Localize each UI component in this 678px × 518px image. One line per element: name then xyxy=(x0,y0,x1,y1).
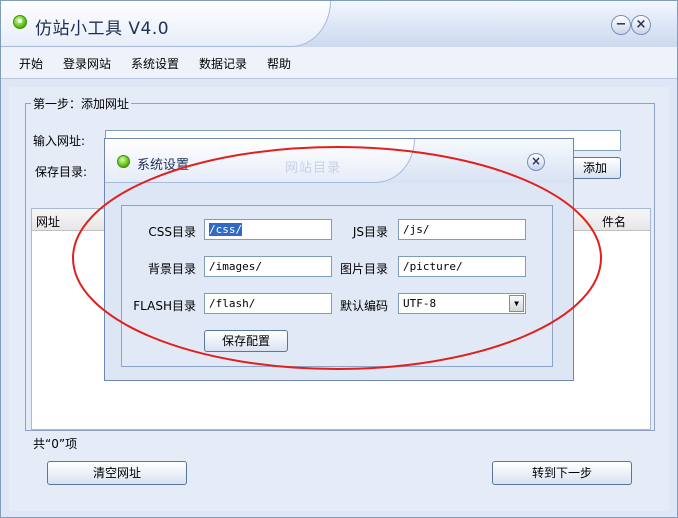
flash-dir-value: /flash/ xyxy=(209,297,256,310)
flash-dir-label: FLASH目录 xyxy=(133,299,196,313)
clear-urls-button[interactable]: 清空网址 xyxy=(47,461,187,485)
encoding-label: 默认编码 xyxy=(339,299,388,313)
js-dir-label: JS目录 xyxy=(352,225,388,239)
pic-dir-value: /picture/ xyxy=(403,260,463,273)
css-dir-label: CSS目录 xyxy=(148,225,196,239)
encoding-select[interactable]: UTF-8 ▼ xyxy=(398,293,526,314)
app-icon xyxy=(13,15,27,29)
pic-dir-input[interactable]: /picture/ xyxy=(398,256,526,277)
css-dir-value: /css/ xyxy=(209,223,243,236)
dialog-title-bar[interactable]: 网站目录 系统设置 × xyxy=(105,139,573,183)
save-dir-label: 保存目录: xyxy=(35,165,88,179)
save-config-button[interactable]: 保存配置 xyxy=(204,330,288,352)
menu-bar: 开始 登录网站 系统设置 数据记录 帮助 xyxy=(1,47,677,79)
column-filename[interactable]: 件名 xyxy=(602,213,626,230)
bg-dir-label: 背景目录 xyxy=(147,262,196,276)
dialog-ghost-text: 网站目录 xyxy=(285,161,342,176)
title-bar[interactable]: 仿站小工具 V4.0 − × xyxy=(1,1,677,47)
settings-panel: CSS目录 /css/ JS目录 /js/ 背景目录 /images/ 图片目录… xyxy=(121,205,553,367)
dialog-close-button[interactable]: × xyxy=(527,153,545,171)
close-button[interactable]: × xyxy=(631,15,651,35)
url-label: 输入网址: xyxy=(33,134,86,148)
settings-dialog: 网站目录 系统设置 × CSS目录 /css/ JS目录 /js/ 背景目录 /… xyxy=(104,138,574,381)
menu-data-records[interactable]: 数据记录 xyxy=(199,55,247,72)
column-url[interactable]: 网址 xyxy=(36,213,60,230)
bg-dir-value: /images/ xyxy=(209,260,262,273)
menu-start[interactable]: 开始 xyxy=(19,55,43,72)
menu-system-settings[interactable]: 系统设置 xyxy=(131,55,179,72)
js-dir-value: /js/ xyxy=(403,223,430,236)
minimize-button[interactable]: − xyxy=(611,15,631,35)
window-title: 仿站小工具 V4.0 xyxy=(35,19,170,39)
step1-group-title: 第一步：添加网址 xyxy=(31,95,132,112)
chevron-down-icon[interactable]: ▼ xyxy=(509,295,524,312)
next-step-button[interactable]: 转到下一步 xyxy=(492,461,632,485)
dialog-icon xyxy=(117,155,130,168)
pic-dir-label: 图片目录 xyxy=(339,262,388,276)
encoding-value: UTF-8 xyxy=(403,297,437,310)
menu-help[interactable]: 帮助 xyxy=(267,55,291,72)
dialog-title: 系统设置 xyxy=(137,158,190,173)
menu-login-site[interactable]: 登录网站 xyxy=(63,55,111,72)
app-window: 仿站小工具 V4.0 − × 开始 登录网站 系统设置 数据记录 帮助 第一步：… xyxy=(0,0,678,518)
flash-dir-input[interactable]: /flash/ xyxy=(204,293,332,314)
url-count: 共“0”项 xyxy=(33,437,78,451)
js-dir-input[interactable]: /js/ xyxy=(398,219,526,240)
css-dir-input[interactable]: /css/ xyxy=(204,219,332,240)
add-button[interactable]: 添加 xyxy=(569,157,621,179)
bg-dir-input[interactable]: /images/ xyxy=(204,256,332,277)
